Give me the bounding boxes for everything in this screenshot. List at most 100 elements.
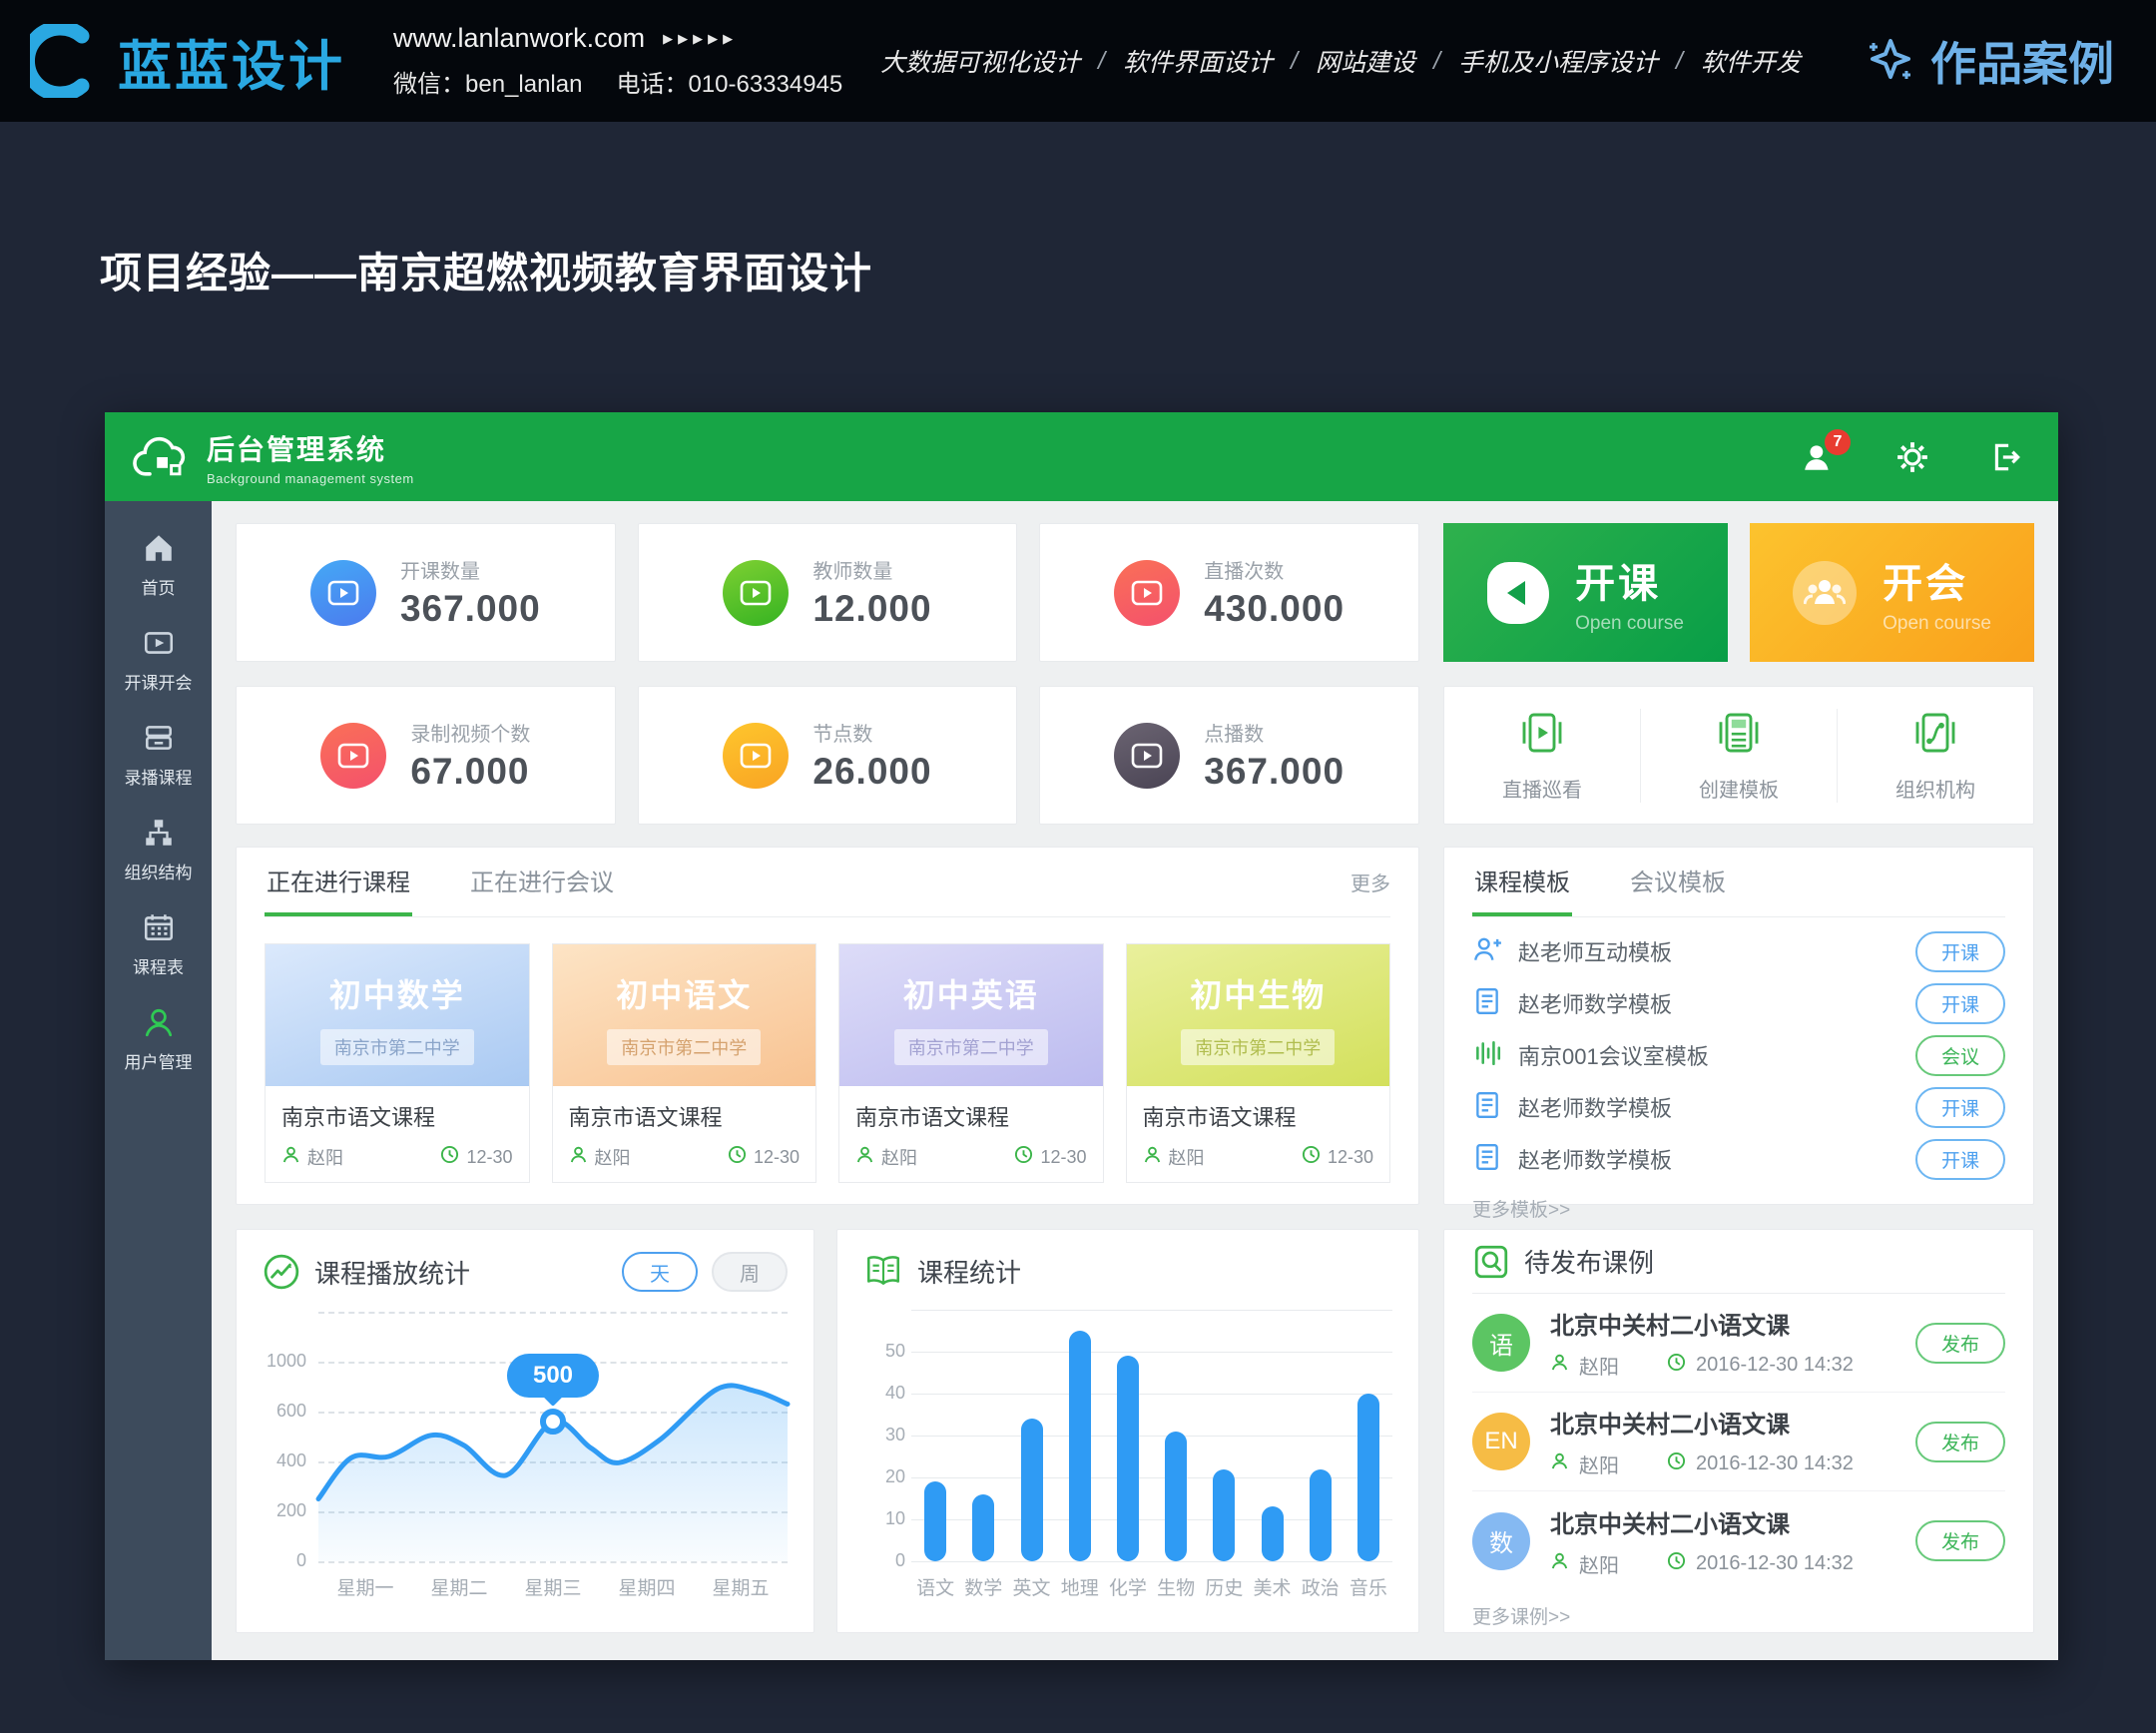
pending-more-link[interactable]: 更多课例>> bbox=[1472, 1602, 2005, 1629]
dashboard-sidebar: 首页开课开会录播课程组织结构课程表用户管理 bbox=[105, 501, 212, 1660]
templates-more-link[interactable]: 更多模板>> bbox=[1472, 1195, 2005, 1222]
bar[interactable] bbox=[1165, 1432, 1187, 1561]
x-axis-label: 音乐 bbox=[1345, 1573, 1392, 1600]
sidebar-item-label: 开课开会 bbox=[125, 669, 193, 694]
sidebar-item-archive[interactable]: 录播课程 bbox=[125, 721, 193, 789]
publish-button[interactable]: 发布 bbox=[1915, 1520, 2005, 1561]
arrows-decoration: ▶▶▶▶▶ bbox=[663, 31, 738, 47]
time-meta: 12-30 bbox=[1014, 1145, 1086, 1169]
template-action-button[interactable]: 开课 bbox=[1915, 931, 2005, 972]
user-account-icon[interactable]: 7 bbox=[1801, 439, 1837, 475]
quick-link-orglink[interactable]: 组织机构 bbox=[1838, 709, 2033, 803]
bar[interactable] bbox=[1021, 1419, 1043, 1561]
sidebar-item-user[interactable]: 用户管理 bbox=[125, 1005, 193, 1073]
y-axis-label: 200 bbox=[265, 1500, 306, 1521]
template-action-button[interactable]: 开课 bbox=[1915, 983, 2005, 1024]
y-axis-label: 40 bbox=[863, 1383, 905, 1404]
site-url[interactable]: www.lanlanwork.com bbox=[393, 23, 645, 54]
stat-text: 点播数 367.000 bbox=[1204, 718, 1345, 793]
notification-badge: 7 bbox=[1825, 429, 1851, 455]
course-name: 南京市语文课程 bbox=[1143, 1100, 1374, 1132]
toggle-天[interactable]: 天 bbox=[622, 1252, 698, 1292]
stat-value: 367.000 bbox=[1204, 751, 1345, 793]
brand[interactable]: 蓝蓝设计 bbox=[30, 22, 345, 101]
action-button-开课[interactable]: 开课Open course bbox=[1443, 523, 1728, 662]
sidebar-item-org[interactable]: 组织结构 bbox=[125, 816, 193, 883]
action-label: 开课 bbox=[1575, 551, 1684, 609]
stat-label: 教师数量 bbox=[812, 555, 931, 584]
y-axis-label: 50 bbox=[863, 1341, 905, 1362]
toggle-周[interactable]: 周 bbox=[712, 1252, 788, 1292]
bar[interactable] bbox=[1117, 1356, 1139, 1561]
person-icon bbox=[855, 1145, 874, 1169]
quick-link-live[interactable]: 直播巡看 bbox=[1444, 709, 1641, 803]
publish-button[interactable]: 发布 bbox=[1915, 1323, 2005, 1364]
sidebar-item-label: 用户管理 bbox=[125, 1048, 193, 1073]
templates-list: 赵老师互动模板开课赵老师数学模板开课南京001会议室模板会议赵老师数学模板开课赵… bbox=[1472, 917, 2005, 1185]
dashboard-subtitle: Background management system bbox=[207, 471, 414, 486]
clock-icon bbox=[1014, 1145, 1033, 1169]
clock-icon bbox=[1667, 1353, 1686, 1378]
action-button-开会[interactable]: 开会Open course bbox=[1750, 523, 2034, 662]
x-axis-label: 美术 bbox=[1248, 1573, 1296, 1600]
bar[interactable] bbox=[1262, 1506, 1284, 1561]
template-action-button[interactable]: 开课 bbox=[1915, 1139, 2005, 1180]
x-axis-label: 语文 bbox=[911, 1573, 959, 1600]
doc-icon bbox=[1472, 1142, 1502, 1177]
top-nav-item[interactable]: 软件界面设计 bbox=[1123, 43, 1273, 79]
bar[interactable] bbox=[1357, 1394, 1379, 1561]
logout-button[interactable] bbox=[1988, 439, 2024, 475]
wechat-label: 微信：ben_lanlan bbox=[393, 64, 582, 99]
sidebar-item-home[interactable]: 首页 bbox=[142, 531, 176, 599]
template-row: 南京001会议室模板会议 bbox=[1472, 1029, 2005, 1081]
pending-name: 北京中关村二小语文课 bbox=[1550, 1405, 1854, 1440]
top-nav-item[interactable]: 手机及小程序设计 bbox=[1458, 43, 1658, 79]
bar-column bbox=[911, 1481, 959, 1561]
pending-row: EN北京中关村二小语文课赵阳2016-12-30 14:32发布 bbox=[1472, 1393, 2005, 1491]
video-play-icon bbox=[723, 723, 789, 789]
bar-chart-panel: 课程统计 50403020100 语文数学英文地理化学生物历史美术政治音乐 bbox=[836, 1229, 1419, 1633]
clock-icon bbox=[728, 1145, 747, 1169]
course-card-cover: 初中英语南京市第二中学 bbox=[839, 944, 1103, 1086]
bar[interactable] bbox=[1310, 1469, 1332, 1561]
stat-card: 点播数 367.000 bbox=[1039, 686, 1419, 825]
top-nav-item[interactable]: 网站建设 bbox=[1316, 43, 1415, 79]
courses-tab[interactable]: 正在进行课程 bbox=[265, 848, 412, 916]
quick-link-template[interactable]: 创建模板 bbox=[1641, 709, 1838, 803]
bar-column bbox=[1200, 1469, 1248, 1561]
user-plus-icon bbox=[1472, 934, 1502, 969]
time-meta: 12-30 bbox=[728, 1145, 800, 1169]
x-axis-label: 政治 bbox=[1297, 1573, 1345, 1600]
top-nav-item[interactable]: 大数据可视化设计 bbox=[880, 43, 1080, 79]
bar[interactable] bbox=[924, 1481, 946, 1561]
pending-search-icon bbox=[1472, 1243, 1510, 1281]
nav-separator: / bbox=[1433, 47, 1440, 76]
pending-datetime: 2016-12-30 14:32 bbox=[1696, 1452, 1854, 1475]
home-icon bbox=[142, 531, 176, 565]
courses-more-link[interactable]: 更多 bbox=[1350, 867, 1390, 896]
sidebar-item-calendar[interactable]: 课程表 bbox=[133, 910, 184, 978]
templates-tab[interactable]: 课程模板 bbox=[1472, 848, 1572, 916]
sidebar-item-video[interactable]: 开课开会 bbox=[125, 626, 193, 694]
teacher-name: 赵阳 bbox=[1579, 1449, 1619, 1478]
template-action-button[interactable]: 开课 bbox=[1915, 1087, 2005, 1128]
publish-button[interactable]: 发布 bbox=[1915, 1422, 2005, 1462]
course-card[interactable]: 初中英语南京市第二中学南京市语文课程赵阳12-30 bbox=[838, 943, 1104, 1183]
bar[interactable] bbox=[1069, 1331, 1091, 1561]
bar-chart-plot: 50403020100 bbox=[911, 1310, 1392, 1561]
course-card[interactable]: 初中数学南京市第二中学南京市语文课程赵阳12-30 bbox=[265, 943, 530, 1183]
quick-link-label: 创建模板 bbox=[1699, 774, 1779, 803]
triangle-glyph bbox=[1507, 581, 1525, 605]
course-card[interactable]: 初中生物南京市第二中学南京市语文课程赵阳12-30 bbox=[1126, 943, 1391, 1183]
stat-label: 点播数 bbox=[1204, 718, 1345, 747]
templates-tab[interactable]: 会议模板 bbox=[1628, 848, 1728, 916]
top-nav-item[interactable]: 软件开发 bbox=[1701, 43, 1801, 79]
bar[interactable] bbox=[972, 1494, 994, 1561]
data-point-marker bbox=[540, 1409, 566, 1435]
courses-tab[interactable]: 正在进行会议 bbox=[468, 848, 616, 916]
bar[interactable] bbox=[1213, 1469, 1235, 1561]
course-card[interactable]: 初中语文南京市第二中学南京市语文课程赵阳12-30 bbox=[552, 943, 817, 1183]
settings-button[interactable] bbox=[1894, 439, 1930, 475]
portfolio-link[interactable]: 作品案例 bbox=[1865, 28, 2114, 94]
template-action-button[interactable]: 会议 bbox=[1915, 1035, 2005, 1076]
